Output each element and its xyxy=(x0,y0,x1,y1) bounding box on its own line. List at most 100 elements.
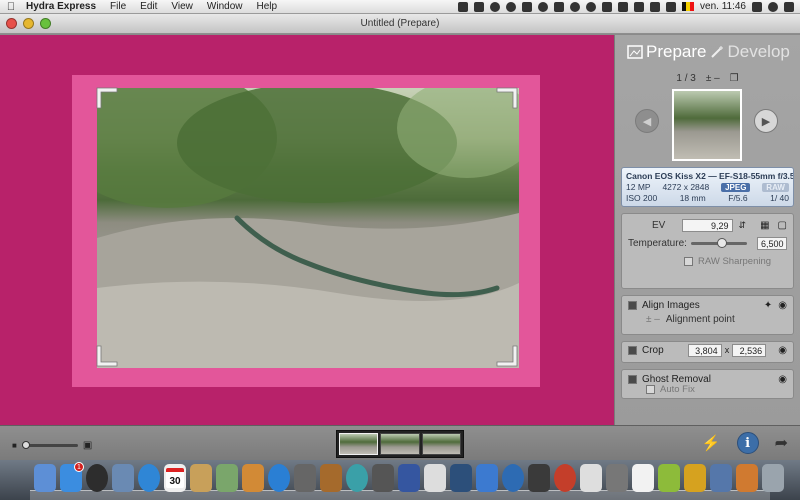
filmstrip-frame[interactable] xyxy=(339,433,379,455)
reset-icon[interactable]: ▢ xyxy=(778,220,787,231)
add-remove-icon[interactable]: ± – xyxy=(706,73,720,84)
menu-edit[interactable]: Edit xyxy=(133,1,164,12)
crop-handle-bottom-left[interactable] xyxy=(96,345,118,367)
trash-icon[interactable] xyxy=(762,464,784,492)
zoom-slider[interactable] xyxy=(21,441,78,449)
calendar-icon[interactable]: 30 xyxy=(164,464,186,492)
time-machine-icon[interactable] xyxy=(570,1,581,12)
menu-window[interactable]: Window xyxy=(200,1,250,12)
duplicate-icon[interactable]: ❐ xyxy=(730,73,739,84)
tray-app-icon[interactable] xyxy=(458,1,469,12)
preview-icon[interactable] xyxy=(580,464,602,492)
photo-app-icon[interactable] xyxy=(216,464,238,492)
display-icon[interactable] xyxy=(618,1,629,12)
garageband-icon[interactable] xyxy=(320,464,342,492)
alignment-add-remove-icon[interactable]: ± – xyxy=(646,314,660,325)
dashboard-icon[interactable] xyxy=(86,464,108,492)
bluetooth-icon[interactable] xyxy=(602,1,613,12)
spotlight-search-icon[interactable] xyxy=(768,1,778,12)
info-button[interactable]: i xyxy=(736,432,759,454)
time-machine-dock-icon[interactable] xyxy=(346,464,368,492)
temperature-slider-knob[interactable] xyxy=(716,238,727,248)
crop-height-field[interactable]: 2,536 xyxy=(732,343,767,357)
menu-file[interactable]: File xyxy=(103,1,133,12)
menu-view[interactable]: View xyxy=(164,1,200,12)
hydra-icon[interactable] xyxy=(554,464,576,492)
notes-app-icon[interactable] xyxy=(190,464,212,492)
finder-icon[interactable] xyxy=(34,464,56,492)
dvd-player-icon[interactable] xyxy=(606,464,628,492)
stack-folder-icon[interactable] xyxy=(710,464,732,492)
magnet-icon[interactable] xyxy=(684,464,706,492)
imovie-icon[interactable] xyxy=(294,464,316,492)
itunes-icon[interactable] xyxy=(268,464,290,492)
crop-handle-top-left[interactable] xyxy=(96,87,118,109)
temperature-field[interactable]: 6,500 xyxy=(757,237,787,250)
terminal-icon[interactable] xyxy=(528,464,550,492)
image-app-icon[interactable] xyxy=(112,464,134,492)
auto-fix-checkbox[interactable] xyxy=(646,385,655,394)
menu-app-name[interactable]: Hydra Express xyxy=(22,1,103,12)
filmstrip-frame[interactable] xyxy=(380,433,420,455)
network-icon[interactable] xyxy=(476,464,498,492)
current-thumbnail[interactable] xyxy=(672,89,742,161)
align-images-checkbox[interactable] xyxy=(628,300,637,310)
next-image-button[interactable]: ▶ xyxy=(754,109,778,133)
temperature-slider[interactable] xyxy=(690,238,747,248)
eye-icon[interactable]: ◉ xyxy=(778,300,787,311)
magic-wand-icon[interactable]: ✦ xyxy=(764,300,772,311)
evernote-icon[interactable] xyxy=(554,1,565,12)
wifi-icon[interactable] xyxy=(634,1,645,12)
menu-help[interactable]: Help xyxy=(249,1,284,12)
prepare-icon xyxy=(627,45,643,59)
previous-image-button[interactable]: ◀ xyxy=(635,109,659,133)
skype-icon[interactable] xyxy=(506,1,517,12)
language-flag-icon[interactable] xyxy=(682,2,695,11)
crop-handle-top-right[interactable] xyxy=(496,87,518,109)
skype-dock-icon[interactable] xyxy=(502,464,524,492)
crop-frame[interactable] xyxy=(72,75,540,387)
launchpad-icon[interactable] xyxy=(398,464,420,492)
downloads-stack-icon[interactable] xyxy=(736,464,758,492)
block-icon[interactable] xyxy=(490,1,501,12)
eye-icon[interactable]: ◉ xyxy=(778,374,787,385)
share-icon[interactable]: ➦ xyxy=(775,433,788,453)
filmstrip-frame[interactable] xyxy=(421,433,461,455)
image-canvas[interactable] xyxy=(0,35,614,425)
user-icon[interactable] xyxy=(752,1,762,12)
dropbox-icon[interactable] xyxy=(474,1,485,12)
ghost-removal-checkbox[interactable] xyxy=(628,374,637,384)
ev-field[interactable]: 9,29 xyxy=(681,219,733,232)
resolution: 4272 x 2848 xyxy=(662,182,710,192)
crop-handle-bottom-right[interactable] xyxy=(496,345,518,367)
xcode-icon[interactable] xyxy=(450,464,472,492)
zoom-slider-knob[interactable] xyxy=(21,441,30,449)
crop-checkbox[interactable] xyxy=(628,345,637,355)
safari-icon[interactable] xyxy=(138,464,160,492)
cow-app-icon[interactable] xyxy=(632,464,654,492)
raw-sharpening-checkbox[interactable] xyxy=(684,257,693,266)
app-store-icon[interactable]: 1 xyxy=(60,462,84,492)
iphoto-icon[interactable] xyxy=(242,464,264,492)
tab-prepare[interactable]: Prepare xyxy=(627,42,706,62)
ev-stepper[interactable]: ⇵ xyxy=(739,220,747,231)
textedit-icon[interactable] xyxy=(424,464,446,492)
mission-control-icon[interactable] xyxy=(372,464,394,492)
paw-icon[interactable] xyxy=(522,1,533,12)
eye-icon[interactable]: ◉ xyxy=(778,345,787,356)
zoom-in-icon[interactable]: ▣ xyxy=(83,440,92,451)
zoom-out-icon[interactable]: ■ xyxy=(12,441,17,450)
window-titlebar: Untitled (Prepare) xyxy=(0,14,800,34)
apple-menu-icon[interactable]:  xyxy=(0,1,22,13)
calculator-icon[interactable]: ▦ xyxy=(760,220,769,231)
notification-list-icon[interactable] xyxy=(784,1,794,12)
clock-icon[interactable] xyxy=(586,1,597,12)
volume-icon[interactable] xyxy=(650,1,661,12)
crop-width-field[interactable]: 3,804 xyxy=(687,343,722,357)
tab-develop[interactable]: Develop xyxy=(710,42,790,62)
gear-icon[interactable] xyxy=(538,1,549,12)
battery-icon[interactable] xyxy=(666,1,677,12)
menu-clock[interactable]: ven. 11:46 xyxy=(700,1,746,12)
lightning-icon[interactable]: ⚡ xyxy=(702,434,721,452)
drink-app-icon[interactable] xyxy=(658,464,680,492)
